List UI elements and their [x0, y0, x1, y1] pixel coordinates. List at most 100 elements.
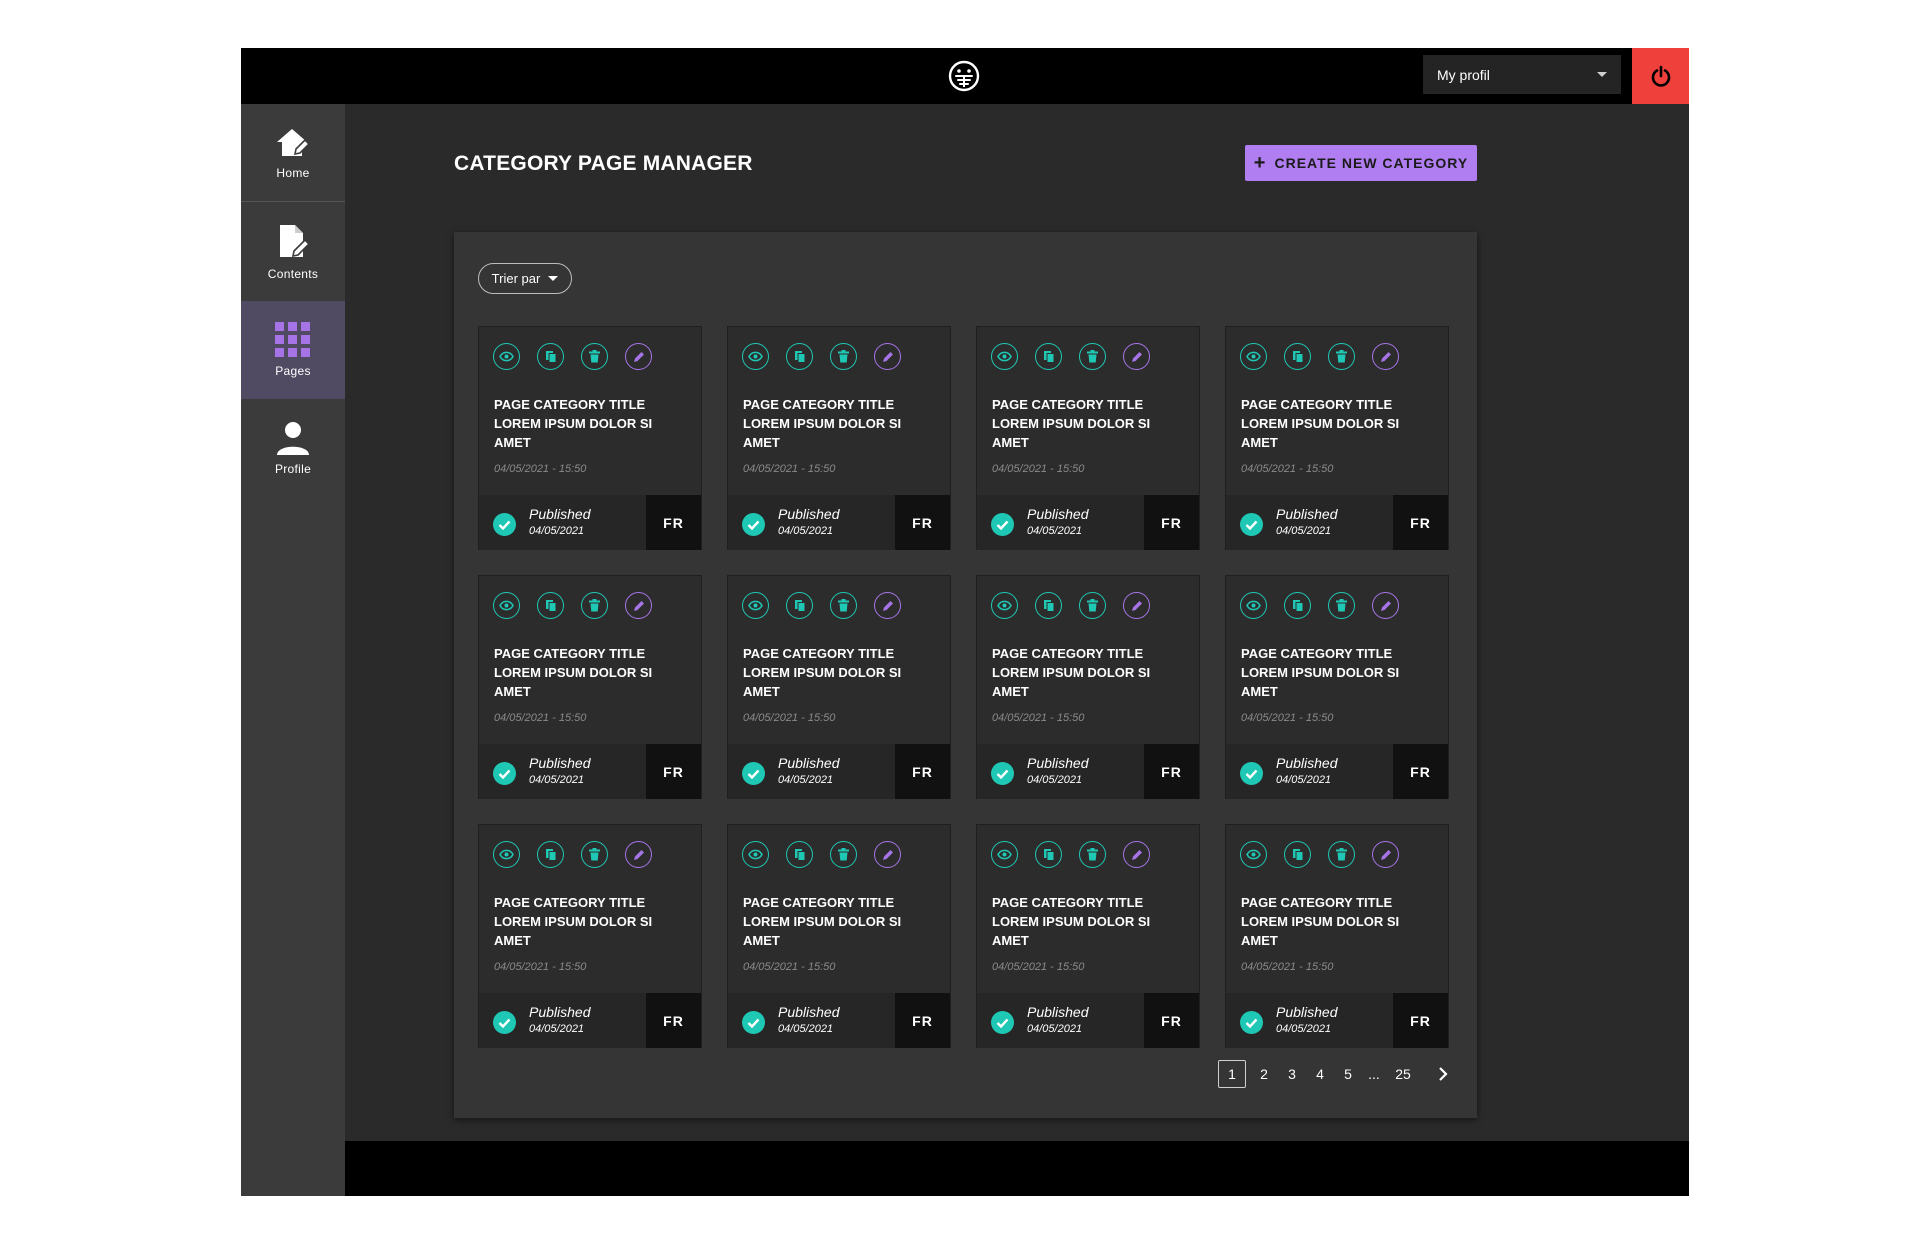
view-button[interactable] — [1240, 343, 1267, 370]
duplicate-button[interactable] — [1035, 343, 1062, 370]
view-button[interactable] — [493, 841, 520, 868]
copy-icon — [1043, 350, 1055, 363]
delete-button[interactable] — [1328, 592, 1355, 619]
check-circle-icon — [991, 762, 1014, 785]
status-text: Published 04/05/2021 — [529, 1003, 591, 1037]
duplicate-button[interactable] — [1284, 343, 1311, 370]
duplicate-button[interactable] — [786, 592, 813, 619]
duplicate-button[interactable] — [1284, 841, 1311, 868]
view-button[interactable] — [742, 592, 769, 619]
profile-select[interactable]: My profil — [1423, 55, 1621, 94]
view-button[interactable] — [1240, 841, 1267, 868]
view-button[interactable] — [493, 343, 520, 370]
status-label: Published — [778, 755, 840, 771]
sidebar-item-profile[interactable]: Profile — [241, 399, 345, 497]
view-button[interactable] — [991, 841, 1018, 868]
page-4-button[interactable]: 4 — [1306, 1060, 1334, 1088]
logout-button[interactable] — [1632, 48, 1689, 104]
duplicate-button[interactable] — [1035, 841, 1062, 868]
edit-button[interactable] — [1372, 841, 1399, 868]
status-text: Published 04/05/2021 — [778, 505, 840, 539]
delete-button[interactable] — [581, 841, 608, 868]
duplicate-button[interactable] — [786, 841, 813, 868]
category-card: PAGE CATEGORY TITLE LOREM IPSUM DOLOR SI… — [976, 575, 1200, 799]
duplicate-button[interactable] — [537, 592, 564, 619]
delete-button[interactable] — [1079, 592, 1106, 619]
delete-button[interactable] — [1328, 343, 1355, 370]
sort-dropdown[interactable]: Trier par — [478, 263, 572, 294]
card-title: PAGE CATEGORY TITLE LOREM IPSUM DOLOR SI… — [992, 895, 1151, 948]
card-status-bar: Published 04/05/2021 FR — [479, 744, 701, 799]
edit-button[interactable] — [625, 592, 652, 619]
edit-button[interactable] — [874, 841, 901, 868]
page-title: CATEGORY PAGE MANAGER — [454, 152, 753, 175]
delete-button[interactable] — [1328, 841, 1355, 868]
status-date: 04/05/2021 — [778, 774, 834, 786]
view-button[interactable] — [742, 343, 769, 370]
delete-button[interactable] — [830, 841, 857, 868]
create-category-button[interactable]: + CREATE NEW CATEGORY — [1245, 145, 1477, 181]
language-badge: FR — [1144, 495, 1199, 550]
card-date: 04/05/2021 - 15:50 — [743, 463, 836, 475]
status-text: Published 04/05/2021 — [1027, 505, 1089, 539]
view-button[interactable] — [991, 592, 1018, 619]
pencil-icon — [1380, 600, 1392, 612]
card-status-bar: Published 04/05/2021 FR — [1226, 993, 1448, 1048]
edit-button[interactable] — [625, 343, 652, 370]
page-2-button[interactable]: 2 — [1250, 1060, 1278, 1088]
page-5-button[interactable]: 5 — [1334, 1060, 1362, 1088]
edit-button[interactable] — [1372, 592, 1399, 619]
copy-icon — [1292, 848, 1304, 861]
duplicate-button[interactable] — [537, 841, 564, 868]
view-button[interactable] — [493, 592, 520, 619]
duplicate-button[interactable] — [786, 343, 813, 370]
duplicate-button[interactable] — [1035, 592, 1062, 619]
status-text: Published 04/05/2021 — [778, 754, 840, 788]
sidebar-item-contents[interactable]: Contents — [241, 203, 345, 301]
pencil-icon — [633, 351, 645, 363]
edit-button[interactable] — [625, 841, 652, 868]
edit-button[interactable] — [874, 343, 901, 370]
delete-button[interactable] — [581, 343, 608, 370]
language-badge: FR — [1144, 993, 1199, 1048]
copy-icon — [1292, 350, 1304, 363]
check-circle-icon — [493, 762, 516, 785]
page-3-button[interactable]: 3 — [1278, 1060, 1306, 1088]
eye-icon — [1246, 351, 1261, 362]
edit-button[interactable] — [1123, 841, 1150, 868]
check-circle-icon — [742, 762, 765, 785]
pencil-icon — [633, 849, 645, 861]
page-1-button[interactable]: 1 — [1218, 1060, 1246, 1088]
view-button[interactable] — [742, 841, 769, 868]
next-page-button[interactable] — [1438, 1066, 1448, 1082]
card-actions — [493, 343, 652, 370]
edit-button[interactable] — [1123, 343, 1150, 370]
delete-button[interactable] — [1079, 841, 1106, 868]
language-badge: FR — [1393, 744, 1448, 799]
pagination-ellipsis: ... — [1368, 1066, 1380, 1082]
status-label: Published — [778, 506, 840, 522]
page-25-button[interactable]: 25 — [1386, 1060, 1420, 1088]
card-date: 04/05/2021 - 15:50 — [1241, 712, 1334, 724]
edit-button[interactable] — [1123, 592, 1150, 619]
delete-button[interactable] — [1079, 343, 1106, 370]
status-date: 04/05/2021 — [529, 1023, 585, 1035]
sidebar-item-label: Contents — [267, 267, 319, 281]
view-button[interactable] — [1240, 592, 1267, 619]
duplicate-button[interactable] — [537, 343, 564, 370]
check-circle-icon — [991, 513, 1014, 536]
status-date: 04/05/2021 — [1276, 774, 1332, 786]
edit-button[interactable] — [1372, 343, 1399, 370]
delete-button[interactable] — [830, 343, 857, 370]
sidebar-item-home[interactable]: Home — [241, 104, 345, 202]
duplicate-button[interactable] — [1284, 592, 1311, 619]
category-card: PAGE CATEGORY TITLE LOREM IPSUM DOLOR SI… — [727, 575, 951, 799]
edit-button[interactable] — [874, 592, 901, 619]
sidebar-item-pages[interactable]: Pages — [241, 301, 345, 399]
delete-button[interactable] — [581, 592, 608, 619]
delete-button[interactable] — [830, 592, 857, 619]
copy-icon — [794, 599, 806, 612]
view-button[interactable] — [991, 343, 1018, 370]
home-icon — [277, 128, 311, 156]
language-badge: FR — [895, 495, 950, 550]
